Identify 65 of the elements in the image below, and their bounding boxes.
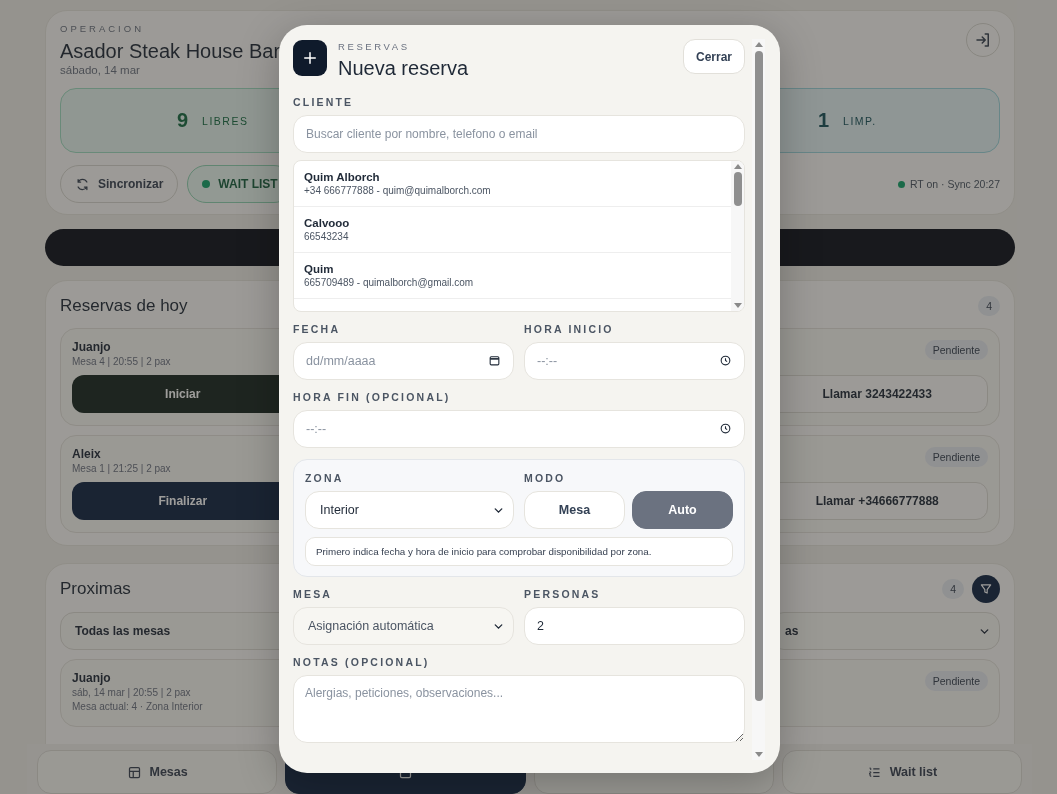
nav-tab[interactable]: Wait list: [781, 750, 1022, 794]
time-field[interactable]: --:--: [293, 410, 745, 448]
field-label: HORA FIN (OPCIONAL): [293, 391, 452, 403]
count-badge: 4: [942, 579, 964, 599]
client-result[interactable]: Calvooo 66543234: [294, 207, 731, 253]
venue-title: Asador Steak House Bar: [60, 39, 281, 64]
client-result[interactable]: Quim Alborch +34 666777888 - quim@quimalborch.com: [294, 161, 731, 207]
dialog-scrollbar[interactable]: [752, 39, 765, 760]
reservation-details: sáb, 14 mar | 20:55 | 2 pax: [72, 686, 192, 700]
status-badge: Pendiente: [924, 447, 988, 467]
clock-icon: [719, 354, 732, 367]
table-info: Mesa actual: 4 · Zona Interior: [72, 700, 203, 714]
stat-label: LIBRES: [202, 114, 249, 127]
stat-label: LIMP.: [843, 114, 877, 127]
notes-field[interactable]: Alergias, peticiones, observaciones...: [293, 675, 745, 743]
add-button[interactable]: [293, 40, 327, 76]
zone-select[interactable]: Interior: [305, 491, 514, 529]
status-badge: Pendiente: [924, 340, 988, 360]
guest-name: Juanjo: [72, 340, 112, 355]
close-button[interactable]: Cerrar: [682, 39, 745, 74]
field-label: HORA INICIO: [524, 323, 615, 335]
availability-hint: Primero indica fecha y hora de inicio para comprobar disponibilidad por zona.: [305, 537, 733, 566]
refresh-icon: [75, 176, 90, 192]
dialog-eyebrow: RESERVAS: [338, 41, 411, 53]
guest-name: Juanjo: [72, 671, 112, 686]
stat-value: 1: [817, 109, 830, 132]
sync-button[interactable]: Sincronizar: [60, 165, 179, 203]
date-field[interactable]: dd/mm/aaaa: [293, 342, 514, 380]
count-badge: 4: [978, 296, 1000, 316]
section-title: Proximas: [60, 579, 131, 599]
field-label: FECHA: [293, 323, 342, 335]
exit-button[interactable]: [966, 23, 1000, 57]
field-label: NOTAS (OPCIONAL): [293, 656, 431, 668]
mode-option[interactable]: Auto: [632, 491, 733, 529]
mode-option[interactable]: Mesa: [524, 491, 625, 529]
filter-icon: [979, 582, 993, 596]
table-icon: [126, 764, 142, 780]
plus-icon: [301, 49, 319, 67]
stat-value: 9: [176, 109, 189, 132]
field-label: MESA: [293, 588, 334, 600]
reservation-details: Mesa 4 | 20:55 | 2 pax: [72, 355, 171, 369]
filter-button[interactable]: [972, 575, 1000, 603]
field-label: ZONA: [305, 472, 345, 484]
dialog-title: Nueva reserva: [338, 56, 469, 80]
reservation-details: Mesa 1 | 21:25 | 2 pax: [72, 462, 171, 476]
list-icon: [866, 764, 882, 780]
nav-tab[interactable]: Mesas: [37, 750, 278, 794]
sync-status: RT on · Sync 20:27: [909, 178, 1000, 190]
field-label: PERSONAS: [524, 588, 602, 600]
client-search-field[interactable]: Buscar cliente por nombre, telefono o email: [293, 115, 745, 153]
field-label: CLIENTE: [293, 96, 355, 108]
status-dot-icon: [202, 180, 211, 188]
status-badge: Pendiente: [924, 671, 988, 691]
exit-icon: [974, 31, 992, 49]
client-result[interactable]: Quim 665709489 - quimalborch@gmail.com: [294, 253, 731, 299]
date-label: sábado, 14 mar: [60, 64, 141, 76]
field-label: MODO: [524, 472, 567, 484]
clock-icon: [719, 422, 732, 435]
section-title: Reservas de hoy: [60, 296, 188, 316]
section-eyebrow: OPERACION: [60, 23, 145, 35]
list-scrollbar[interactable]: [731, 161, 744, 311]
guests-field[interactable]: 2: [524, 607, 745, 645]
guest-name: Aleix: [72, 447, 102, 462]
time-field[interactable]: --:--: [524, 342, 745, 380]
calendar-icon: [488, 354, 501, 367]
